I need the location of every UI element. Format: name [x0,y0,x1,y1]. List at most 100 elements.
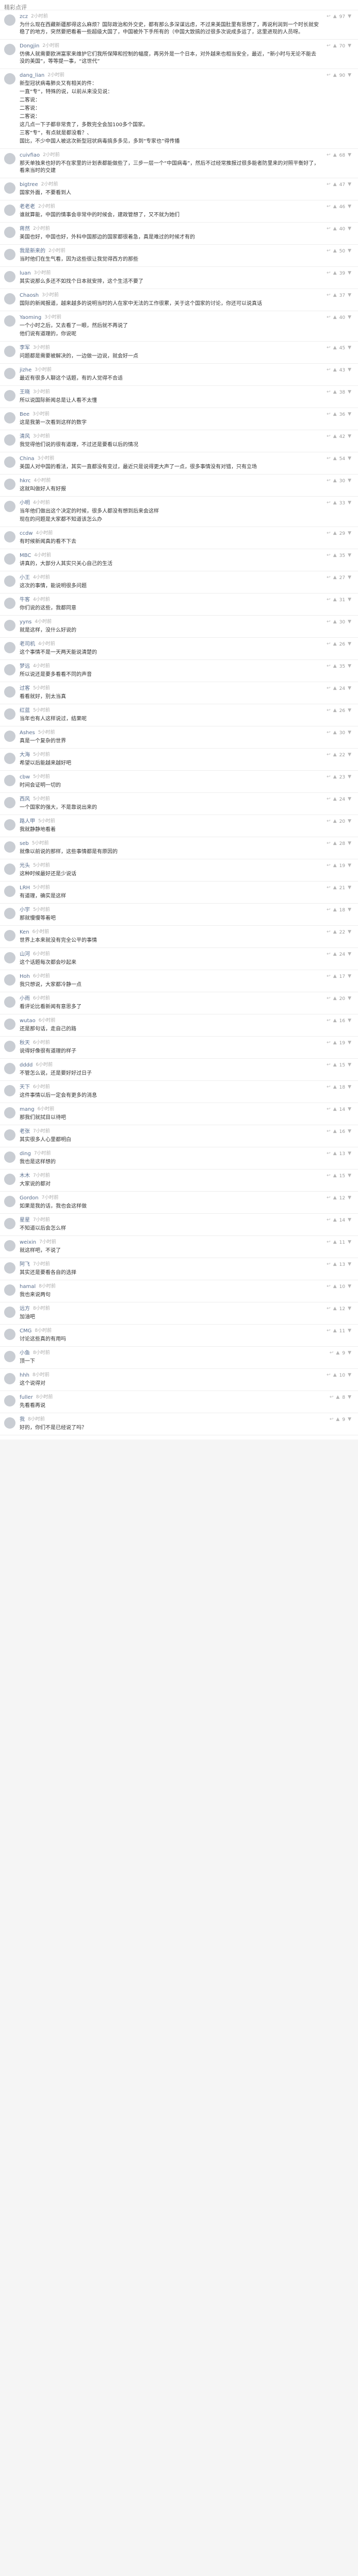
thumbs-down-icon[interactable]: ▼ [348,43,351,49]
avatar[interactable] [4,1284,15,1296]
thumbs-up-icon[interactable]: ▲ [333,1195,337,1201]
thumbs-up-icon[interactable]: ▲ [336,1350,339,1357]
thumbs-down-icon[interactable]: ▼ [348,1173,351,1179]
avatar[interactable] [4,368,15,379]
avatar[interactable] [4,456,15,468]
avatar[interactable] [4,620,15,631]
thumbs-down-icon[interactable]: ▼ [348,862,351,869]
thumbs-up-icon[interactable]: ▲ [333,1239,337,1246]
comment-username[interactable]: seb [20,840,29,847]
thumbs-up-icon[interactable]: ▲ [333,995,337,1002]
thumbs-up-icon[interactable]: ▲ [333,455,337,462]
thumbs-up-icon[interactable]: ▲ [333,152,337,159]
reply-icon[interactable]: ↩ [327,685,331,692]
comment-username[interactable]: 阿飞 [20,1261,30,1268]
comment-username[interactable]: 清风 [20,433,30,440]
thumbs-up-icon[interactable]: ▲ [333,345,337,351]
reply-icon[interactable]: ↩ [327,818,331,825]
reply-icon[interactable]: ↩ [327,1062,331,1069]
avatar[interactable] [4,553,15,565]
reply-icon[interactable]: ↩ [327,152,331,159]
thumbs-up-icon[interactable]: ▲ [333,13,337,20]
thumbs-up-icon[interactable]: ▲ [333,1040,337,1046]
avatar[interactable] [4,390,15,401]
comment-username[interactable]: 大海 [20,752,30,758]
avatar[interactable] [4,434,15,446]
comment-username[interactable]: 李军 [20,345,30,351]
comment-username[interactable]: 远方 [20,1306,30,1312]
thumbs-down-icon[interactable]: ▼ [348,270,351,277]
thumbs-up-icon[interactable]: ▲ [333,181,337,188]
thumbs-down-icon[interactable]: ▼ [348,478,351,484]
thumbs-up-icon[interactable]: ▲ [333,248,337,255]
thumbs-down-icon[interactable]: ▼ [348,1084,351,1091]
avatar[interactable] [4,479,15,490]
thumbs-down-icon[interactable]: ▼ [348,929,351,936]
thumbs-down-icon[interactable]: ▼ [348,663,351,670]
avatar[interactable] [4,1351,15,1362]
comment-username[interactable]: ding [20,1150,31,1157]
comment-username[interactable]: 过客 [20,685,30,692]
comment-username[interactable]: cuivfiao [20,152,40,159]
thumbs-up-icon[interactable]: ▲ [333,818,337,825]
thumbs-up-icon[interactable]: ▲ [333,619,337,625]
comment-username[interactable]: 牛客 [20,597,30,603]
thumbs-up-icon[interactable]: ▲ [333,204,337,210]
reply-icon[interactable]: ↩ [327,13,331,20]
reply-icon[interactable]: ↩ [327,1018,331,1024]
avatar[interactable] [4,775,15,786]
thumbs-up-icon[interactable]: ▲ [333,907,337,913]
comment-username[interactable]: 老老老 [20,204,35,210]
thumbs-up-icon[interactable]: ▲ [333,951,337,958]
avatar[interactable] [4,153,15,164]
thumbs-down-icon[interactable]: ▼ [348,345,351,351]
thumbs-down-icon[interactable]: ▼ [348,752,351,758]
avatar[interactable] [4,14,15,26]
reply-icon[interactable]: ↩ [327,752,331,758]
avatar[interactable] [4,182,15,194]
comment-username[interactable]: Ken [20,929,29,936]
avatar[interactable] [4,1085,15,1096]
reply-icon[interactable]: ↩ [330,1394,334,1401]
comment-username[interactable]: 梦远 [20,663,30,670]
reply-icon[interactable]: ↩ [327,181,331,188]
thumbs-down-icon[interactable]: ▼ [348,1261,351,1268]
comment-username[interactable]: cbw [20,774,30,781]
thumbs-down-icon[interactable]: ▼ [348,367,351,374]
thumbs-down-icon[interactable]: ▼ [348,951,351,958]
comment-username[interactable]: 小鱼 [20,1350,30,1357]
reply-icon[interactable]: ↩ [327,552,331,559]
comment-username[interactable]: hamal [20,1283,36,1290]
reply-icon[interactable]: ↩ [327,455,331,462]
reply-icon[interactable]: ↩ [327,862,331,869]
reply-icon[interactable]: ↩ [327,204,331,210]
avatar[interactable] [4,664,15,675]
reply-icon[interactable]: ↩ [327,730,331,736]
avatar[interactable] [4,974,15,986]
avatar[interactable] [4,1262,15,1274]
reply-icon[interactable]: ↩ [327,1173,331,1179]
avatar[interactable] [4,819,15,831]
thumbs-up-icon[interactable]: ▲ [333,574,337,581]
thumbs-down-icon[interactable]: ▼ [348,204,351,210]
comment-username[interactable]: Chaosh [20,292,39,299]
thumbs-up-icon[interactable]: ▲ [333,663,337,670]
thumbs-down-icon[interactable]: ▼ [348,248,351,255]
thumbs-up-icon[interactable]: ▲ [333,314,337,321]
comment-username[interactable]: mang [20,1106,35,1113]
reply-icon[interactable]: ↩ [327,1195,331,1201]
comment-username[interactable]: dddd [20,1062,32,1069]
reply-icon[interactable]: ↩ [327,1261,331,1268]
comment-username[interactable]: 西风 [20,796,30,803]
thumbs-down-icon[interactable]: ▼ [348,995,351,1002]
avatar[interactable] [4,1417,15,1429]
comment-username[interactable]: 小雨 [20,995,30,1002]
comment-username[interactable]: 我 [20,1416,25,1423]
avatar[interactable] [4,841,15,853]
avatar[interactable] [4,315,15,327]
avatar[interactable] [4,930,15,941]
thumbs-down-icon[interactable]: ▼ [348,411,351,418]
comment-username[interactable]: 老司机 [20,641,35,648]
thumbs-up-icon[interactable]: ▲ [333,1106,337,1113]
reply-icon[interactable]: ↩ [327,707,331,714]
